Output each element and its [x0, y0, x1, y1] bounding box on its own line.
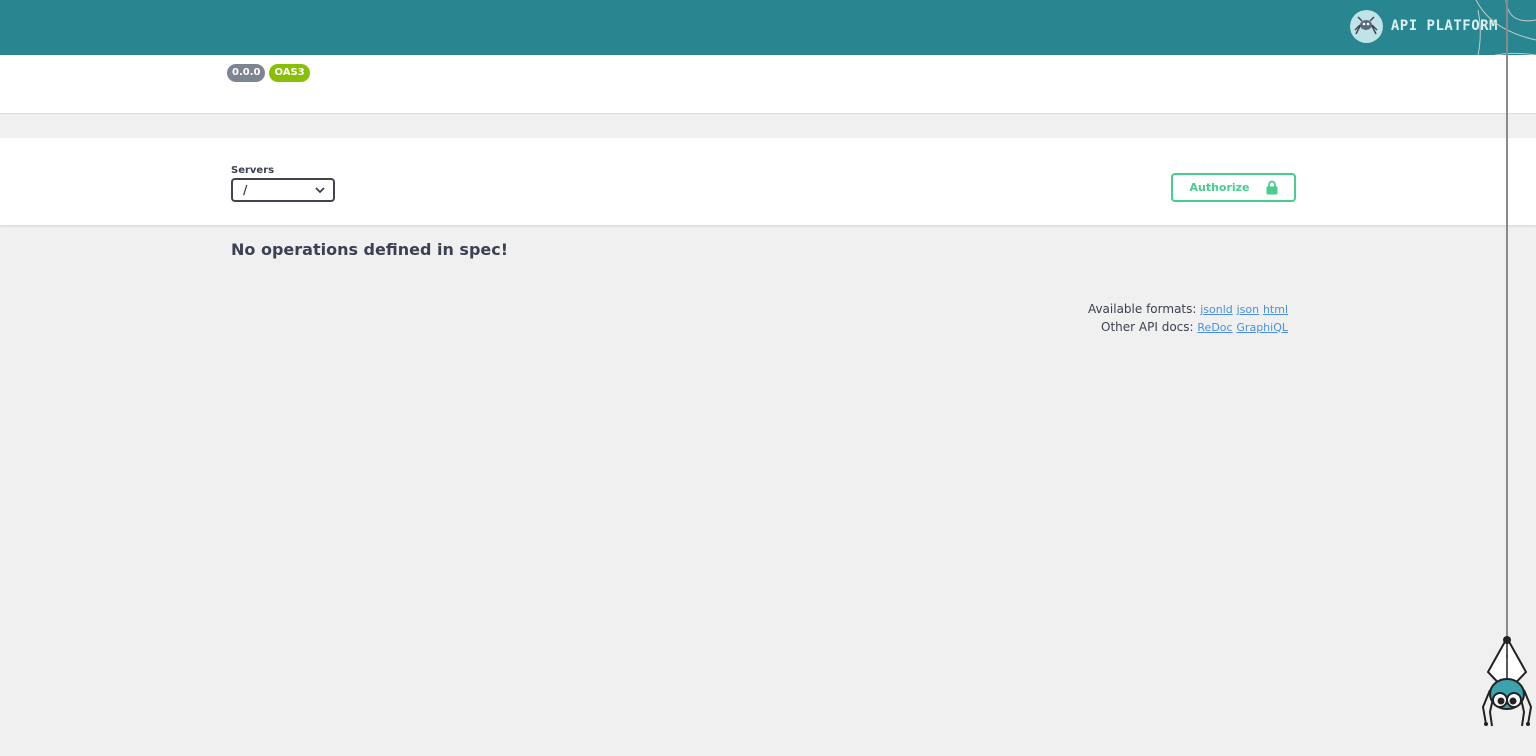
formats-label: Available formats:	[1087, 302, 1197, 316]
docs-link-graphiql[interactable]: GraphiQL	[1236, 321, 1288, 334]
brand[interactable]: API PLATFORM	[1349, 9, 1498, 43]
servers-label: Servers	[231, 165, 275, 176]
chevron-down-icon	[315, 187, 325, 194]
format-link-html[interactable]: html	[1263, 303, 1288, 316]
formats-info: Available formats: jsonld json html Othe…	[1088, 301, 1288, 336]
spider-thread	[1506, 0, 1508, 640]
servers-selected-value: /	[243, 183, 248, 197]
format-link-jsonld[interactable]: jsonld	[1200, 303, 1233, 316]
lock-icon	[1266, 180, 1278, 195]
oas-badge: OAS3	[269, 64, 310, 82]
docs-link-redoc[interactable]: ReDoc	[1197, 321, 1232, 334]
version-badge: 0.0.0	[227, 64, 266, 82]
format-link-json[interactable]: json	[1237, 303, 1260, 316]
servers-select[interactable]: /	[231, 178, 335, 202]
available-formats-line: Available formats: jsonld json html	[1088, 301, 1288, 319]
brand-text: API PLATFORM	[1390, 18, 1498, 34]
authorize-button[interactable]: Authorize	[1171, 173, 1296, 202]
no-operations-message: No operations defined in spec!	[231, 240, 509, 259]
other-docs-line: Other API docs: ReDoc GraphiQL	[1088, 319, 1288, 337]
spider-mascot-icon	[1481, 635, 1533, 727]
top-bar: API PLATFORM	[0, 0, 1536, 55]
docs-label: Other API docs:	[1101, 319, 1194, 334]
info-section: 0.0.0 OAS3	[0, 55, 1536, 114]
authorize-label: Authorize	[1189, 181, 1250, 194]
spider-logo-icon	[1349, 9, 1383, 43]
version-badges: 0.0.0 OAS3	[227, 64, 310, 82]
scheme-container: Servers / Authorize	[0, 138, 1536, 226]
